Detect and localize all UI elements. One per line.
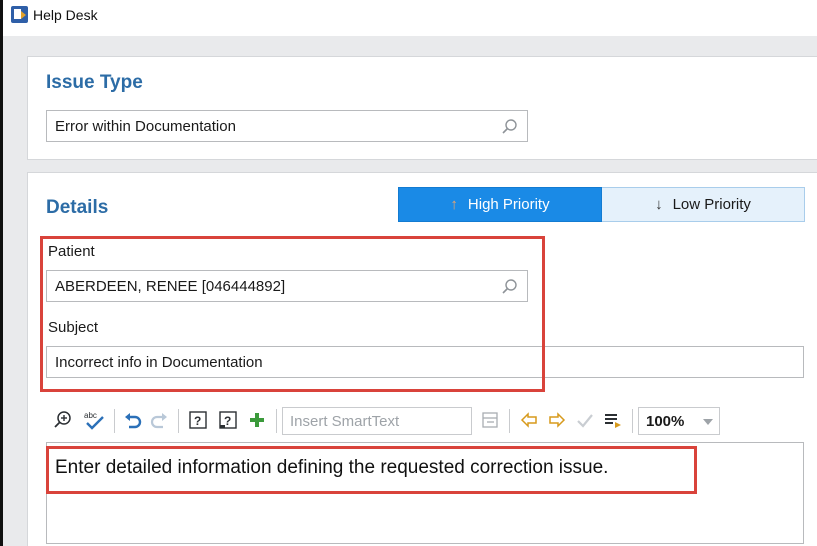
arrow-down-icon: ↓ — [655, 196, 663, 213]
low-priority-button[interactable]: ↓ Low Priority — [602, 187, 805, 222]
toolbar-separator — [114, 409, 115, 433]
zoom-select[interactable]: 100% — [638, 407, 720, 435]
patient-subject-highlight — [40, 236, 545, 392]
svg-text:?: ? — [224, 414, 231, 428]
window-title: Help Desk — [33, 7, 98, 23]
summary-icon[interactable] — [600, 405, 626, 435]
chevron-down-icon — [703, 419, 713, 425]
undo-icon[interactable] — [120, 405, 146, 435]
add-icon[interactable] — [244, 405, 270, 435]
zoom-in-icon[interactable] — [50, 405, 76, 435]
redo-icon[interactable] — [146, 405, 172, 435]
editor-text-highlight — [46, 446, 697, 494]
high-priority-button[interactable]: ↑ High Priority — [398, 187, 602, 222]
arrow-up-icon: ↑ — [450, 196, 458, 213]
help-icon[interactable]: ? — [184, 405, 212, 435]
issue-type-heading: Issue Type — [46, 72, 143, 93]
low-priority-label: Low Priority — [672, 196, 751, 213]
title-bar: Help Desk — [3, 0, 817, 36]
toolbar-separator — [276, 409, 277, 433]
issue-type-value: Error within Documentation — [55, 118, 236, 135]
toolbar-separator — [178, 409, 179, 433]
details-heading: Details — [46, 197, 109, 218]
high-priority-label: High Priority — [467, 196, 550, 213]
zoom-value: 100% — [646, 413, 685, 430]
issue-type-field[interactable]: Error within Documentation — [46, 110, 528, 142]
issue-type-card — [27, 56, 817, 160]
smart-help-icon[interactable]: ? — [214, 405, 242, 435]
insert-smarttext-placeholder: Insert SmartText — [290, 413, 400, 430]
toolbar-separator — [509, 409, 510, 433]
search-icon[interactable] — [501, 118, 519, 136]
approve-icon[interactable] — [572, 405, 598, 435]
editor-toolbar: abc ? ? Insert SmartText 100% — [46, 405, 766, 435]
toolbar-separator — [632, 409, 633, 433]
next-icon[interactable] — [544, 405, 570, 435]
previous-icon[interactable] — [516, 405, 542, 435]
spell-check-icon[interactable]: abc — [80, 405, 108, 435]
svg-text:abc: abc — [84, 411, 97, 420]
help-desk-app-icon — [11, 6, 28, 23]
svg-text:?: ? — [194, 414, 201, 428]
insert-smarttext-field[interactable]: Insert SmartText — [282, 407, 472, 435]
smarttext-list-icon[interactable] — [478, 405, 502, 435]
